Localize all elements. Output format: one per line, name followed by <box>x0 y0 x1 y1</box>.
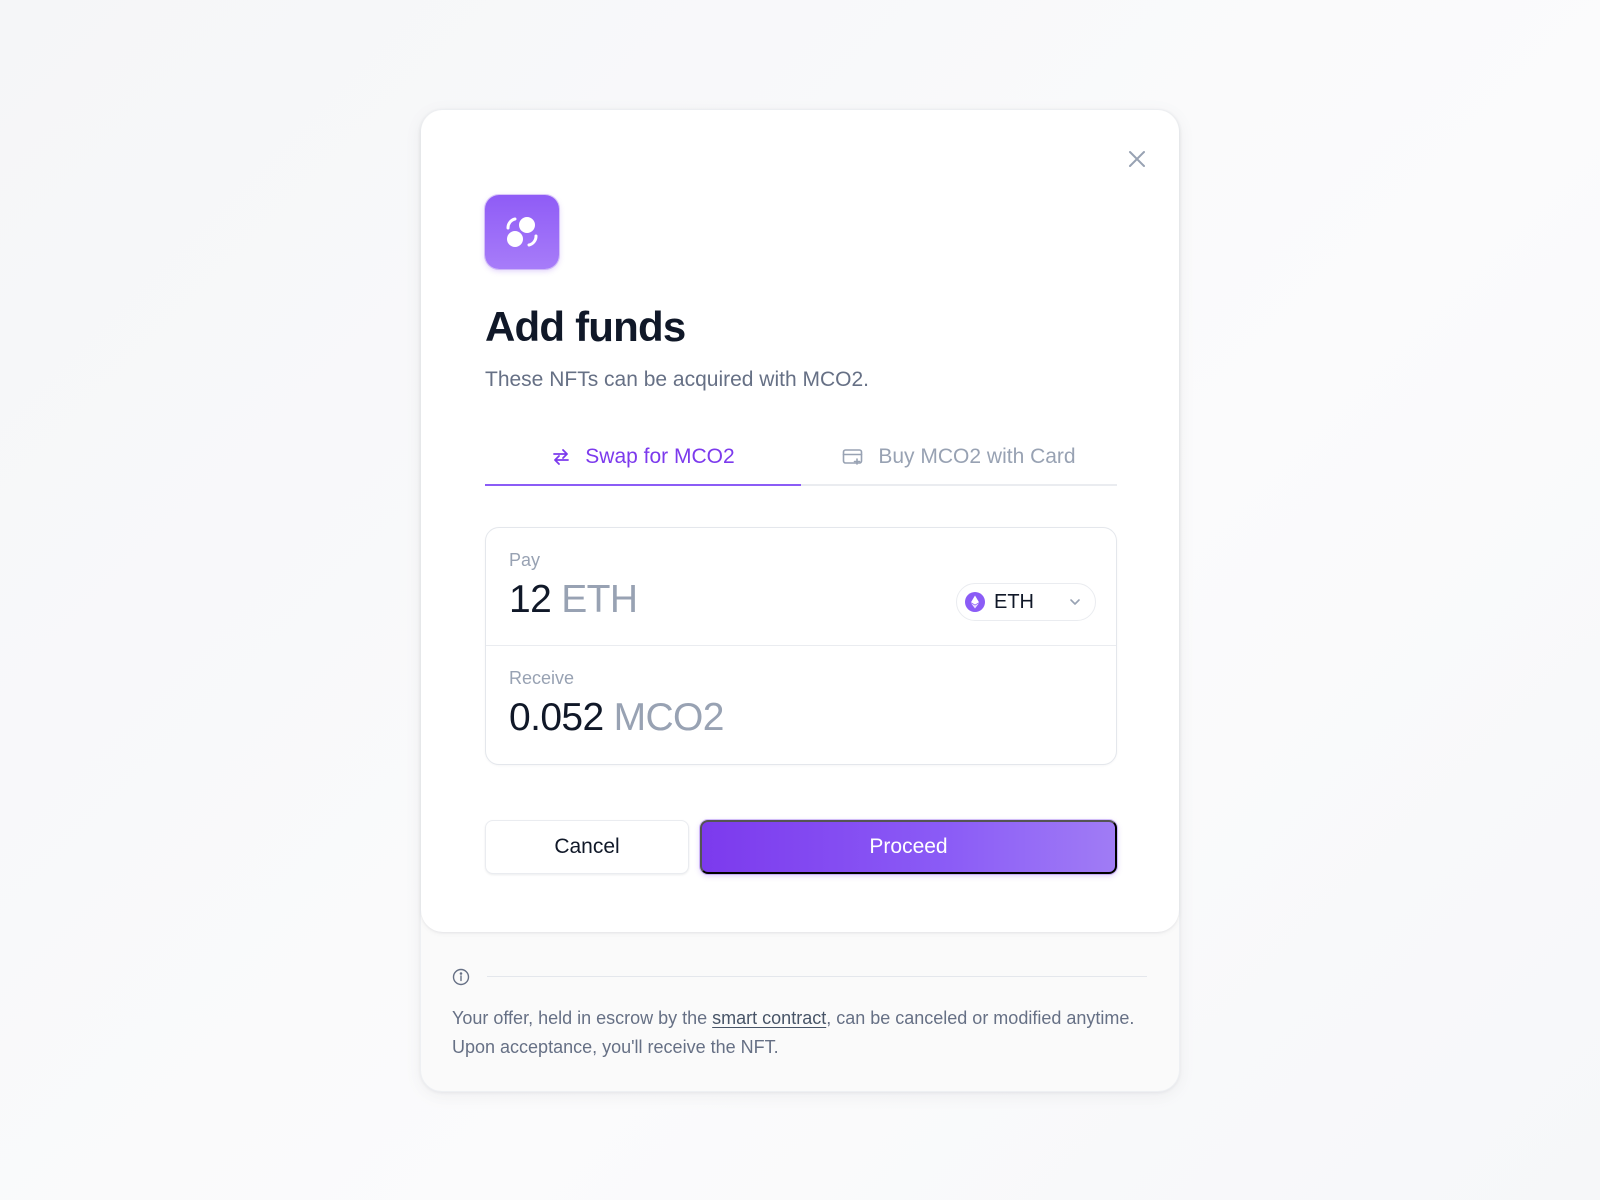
receive-amount: 0.052 MCO2 <box>509 696 724 740</box>
info-icon <box>452 968 470 986</box>
token-select-dropdown[interactable]: ETH <box>956 583 1096 621</box>
close-button[interactable] <box>1119 141 1155 177</box>
active-tab-indicator <box>485 484 801 486</box>
receive-row: Receive 0.052 MCO2 <box>486 646 1116 764</box>
credit-card-icon <box>842 447 864 467</box>
pay-amount-input[interactable]: 12 ETH <box>509 578 638 622</box>
pay-amount-unit: ETH <box>561 578 638 621</box>
notice-text-before: Your offer, held in escrow by the <box>452 1008 713 1028</box>
swap-coins-icon <box>485 195 559 269</box>
receive-label: Receive <box>509 668 575 688</box>
chevron-down-icon <box>1069 596 1081 608</box>
receive-amount-unit: MCO2 <box>613 696 725 739</box>
proceed-button[interactable]: Proceed <box>700 820 1117 874</box>
pay-label: Pay <box>509 550 541 570</box>
swap-arrows-icon <box>551 447 571 467</box>
tab-label: Buy MCO2 with Card <box>878 445 1076 468</box>
close-icon <box>1127 149 1147 169</box>
modal-panel: Add funds These NFTs can be acquired wit… <box>421 110 1179 932</box>
escrow-notice: Your offer, held in escrow by the smart … <box>452 1004 1142 1062</box>
tab-buy-with-card[interactable]: Buy MCO2 with Card <box>801 428 1117 486</box>
pay-amount-value: 12 <box>509 578 552 621</box>
selected-token: ETH <box>994 590 1034 613</box>
receive-amount-value: 0.052 <box>509 696 604 739</box>
tab-label: Swap for MCO2 <box>585 445 735 468</box>
modal-title: Add funds <box>485 303 686 350</box>
pay-row: Pay 12 ETH ETH <box>486 528 1116 646</box>
smart-contract-link[interactable]: smart contract <box>712 1008 826 1028</box>
funding-tabs: Swap for MCO2 Buy MCO2 with Card <box>485 428 1117 486</box>
modal-subtitle: These NFTs can be acquired with MCO2. <box>485 368 869 391</box>
footer-divider <box>487 976 1147 977</box>
tab-swap-for-mco2[interactable]: Swap for MCO2 <box>485 428 801 486</box>
cancel-button[interactable]: Cancel <box>485 820 689 874</box>
ethereum-icon <box>965 592 985 612</box>
add-funds-modal: Add funds These NFTs can be acquired wit… <box>420 109 1180 1092</box>
swap-form: Pay 12 ETH ETH Receive 0.052 MCO2 <box>485 527 1117 765</box>
